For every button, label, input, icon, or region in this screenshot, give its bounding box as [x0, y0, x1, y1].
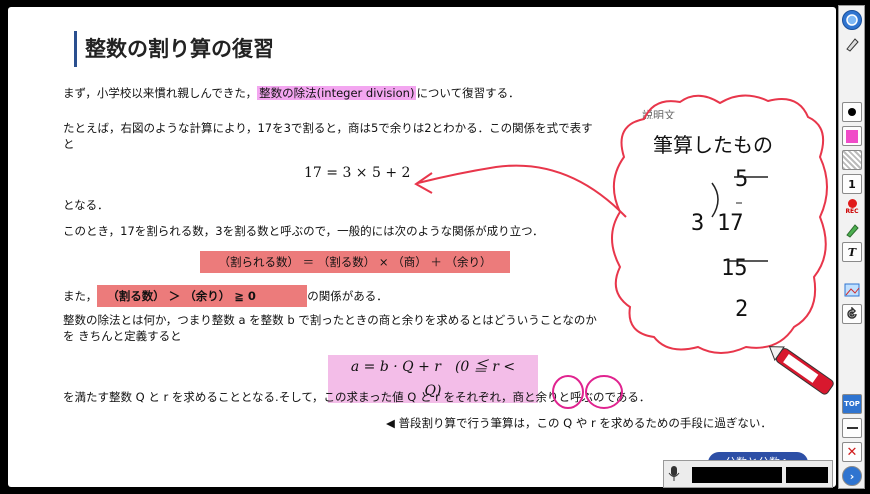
undo-glyph — [847, 307, 857, 319]
pen-select-icon[interactable] — [842, 34, 862, 54]
pen-glyph — [846, 38, 859, 52]
pink-swatch — [846, 129, 858, 143]
division-bracket — [711, 182, 719, 218]
minimize-bar — [846, 427, 858, 429]
top-button[interactable]: TOP — [842, 394, 862, 414]
next-icon[interactable]: › — [842, 466, 862, 486]
arrow-line — [417, 164, 627, 218]
audio-track[interactable] — [692, 467, 782, 483]
circle-icon[interactable] — [842, 10, 862, 30]
undo-icon[interactable] — [842, 304, 862, 324]
pink-color-icon[interactable] — [842, 126, 862, 146]
thought-cloud-outline — [611, 94, 828, 354]
quotient-circle — [552, 375, 584, 409]
app-window: 整数の割り算の復習 まず，小学校以来慣れ親しんできた， 整数の除法(integer… — [0, 0, 870, 494]
remainder-circle — [585, 375, 623, 409]
marker-pen-icon — [768, 346, 834, 395]
arrow-head — [414, 172, 433, 194]
rec-icon[interactable]: REC — [842, 197, 862, 217]
lecture-slide: 整数の割り算の復習 まず，小学校以来慣れ親しんできた， 整数の除法(integer… — [8, 7, 836, 487]
close-icon[interactable]: ✕ — [842, 442, 862, 462]
dot-glyph — [848, 108, 856, 116]
pencil-glyph — [846, 224, 859, 238]
annotation-overlay — [414, 94, 834, 409]
microphone-icon[interactable] — [668, 466, 680, 482]
image-icon[interactable] — [842, 280, 862, 300]
rec-label: REC — [845, 208, 859, 215]
circle-glyph — [846, 14, 858, 26]
drawing-toolbar: 1 REC T TOP ✕ › — [838, 5, 865, 489]
rec-dot — [847, 199, 857, 208]
text-icon[interactable]: T — [842, 242, 862, 262]
size-1-icon[interactable]: 1 — [842, 174, 862, 194]
image-glyph — [844, 283, 860, 297]
grid-icon[interactable] — [842, 150, 862, 170]
audio-bar — [663, 460, 833, 488]
minimize-icon[interactable] — [842, 418, 862, 438]
pencil-icon[interactable] — [842, 220, 862, 240]
dot-color-icon[interactable] — [842, 102, 862, 122]
audio-volume[interactable] — [786, 467, 828, 483]
